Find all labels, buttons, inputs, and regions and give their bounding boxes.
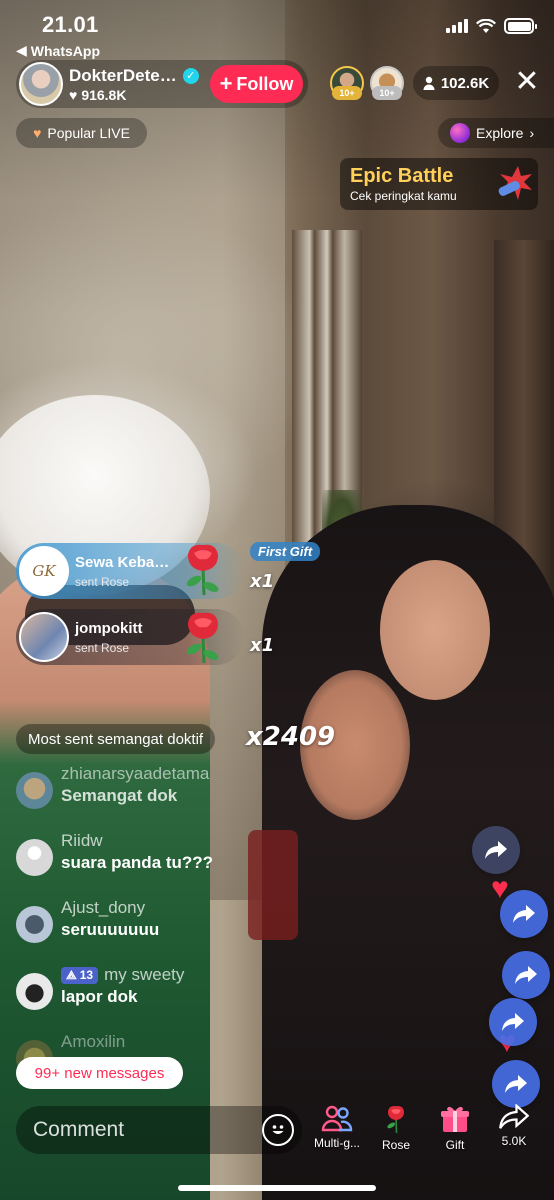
popular-live-label: Popular LIVE	[47, 125, 130, 141]
most-sent-banner: Most sent semangat doktif	[16, 724, 216, 754]
rose-button[interactable]: Rose	[367, 1104, 425, 1152]
comment-placeholder: Comment	[33, 1118, 125, 1141]
host-name: DokterDete…	[69, 65, 177, 85]
comment-text: lapor dok	[61, 987, 138, 1006]
viewer-count: 102.6K	[440, 74, 490, 92]
gift-action: sent Rose	[75, 574, 130, 589]
status-time: 21.01	[42, 12, 99, 37]
commenter-name: zhianarsyaadetama	[61, 764, 210, 783]
commenter-avatar[interactable]	[16, 839, 53, 876]
comment-input[interactable]: Comment	[16, 1106, 302, 1154]
chat-comment[interactable]: ⟁ 13 my sweety lapor dok	[16, 965, 184, 1010]
follow-button[interactable]: + Follow	[210, 65, 303, 103]
signal-icon	[446, 19, 468, 33]
comment-text: seruuuuuuu	[61, 920, 160, 939]
new-messages-button[interactable]: 99+ new messages	[16, 1057, 183, 1089]
gift-sender-name: jompokitt	[75, 619, 143, 637]
boxing-glove-icon	[498, 166, 532, 200]
share-arrow-icon	[499, 1104, 529, 1129]
share-count: 5.0K	[501, 1134, 527, 1148]
gift-sender-avatar[interactable]	[19, 612, 69, 662]
chat-comment[interactable]: Riidw suara panda tu???	[16, 831, 213, 876]
commenter-name: my sweety	[104, 965, 185, 984]
commenter-avatar[interactable]	[16, 973, 53, 1010]
host-avatar[interactable]	[19, 62, 63, 106]
top-viewer-badge-1: 10+	[332, 86, 362, 100]
explore-button[interactable]: Explore ›	[438, 118, 554, 148]
commenter-name: Ajust_dony	[61, 898, 146, 917]
chat-comment[interactable]: zhianarsyaadetama Semangat dok	[16, 764, 209, 809]
back-app-label: WhatsApp	[30, 42, 100, 59]
rose-gift-icon	[186, 544, 219, 596]
popular-live-pill[interactable]: ♥ Popular LIVE	[16, 118, 147, 148]
multi-guest-icon	[321, 1105, 353, 1132]
host-likes: 916.8K	[81, 86, 127, 103]
gift-count: x1	[250, 635, 275, 656]
commenter-avatar[interactable]	[16, 772, 53, 809]
back-to-app-link[interactable]: ◀ WhatsApp	[16, 42, 100, 59]
share-bubble-icon	[502, 951, 550, 999]
multi-guest-label: Multi-g...	[313, 1136, 360, 1150]
plus-icon: +	[219, 71, 233, 96]
top-viewer-badge-2: 10+	[372, 86, 402, 100]
explore-label: Explore	[476, 125, 524, 141]
chevron-right-icon: ›	[529, 125, 535, 141]
rose-gift-icon	[186, 612, 219, 664]
person-icon	[423, 76, 435, 90]
share-button[interactable]: 5.0K	[485, 1104, 543, 1148]
back-triangle-icon: ◀	[16, 42, 27, 58]
gift-sender-name: Sewa Keba…	[75, 553, 170, 571]
heart-icon: ♥	[69, 86, 78, 103]
level-icon: ⟁	[66, 967, 77, 982]
multi-guest-button[interactable]: Multi-g...	[308, 1104, 366, 1150]
share-bubble-icon	[492, 1060, 540, 1108]
verified-badge-icon: ✓	[182, 67, 199, 84]
rose-label: Rose	[381, 1138, 410, 1152]
gift-box-icon	[441, 1106, 469, 1132]
gift-label: Gift	[445, 1138, 465, 1152]
rose-icon	[387, 1105, 405, 1133]
comment-text: Semangat dok	[61, 786, 178, 805]
gift-count: x1	[250, 571, 275, 592]
wifi-icon	[476, 18, 496, 33]
status-icons	[446, 18, 537, 34]
share-bubble-icon	[489, 998, 537, 1046]
commenter-name: Amoxilin	[61, 1032, 126, 1051]
emoji-icon[interactable]	[262, 1114, 294, 1146]
comment-text: suara panda tu???	[61, 853, 214, 872]
commenter-name: Riidw	[61, 831, 103, 850]
gift-button[interactable]: Gift	[426, 1104, 484, 1152]
close-icon[interactable]: ✕	[512, 67, 542, 98]
chat-comment[interactable]: Ajust_dony seruuuuuuu	[16, 898, 159, 943]
epic-battle-banner[interactable]: Epic Battle Cek peringkat kamu	[340, 158, 538, 210]
gift-action: sent Rose	[75, 640, 130, 655]
gift-sender-avatar[interactable]: GK	[19, 546, 69, 596]
planet-icon	[450, 123, 470, 143]
home-indicator[interactable]	[178, 1185, 376, 1191]
viewer-count-pill[interactable]: 102.6K	[413, 66, 499, 100]
commenter-avatar[interactable]	[16, 906, 53, 943]
level-badge: ⟁ 13	[61, 966, 99, 984]
share-bubble-icon	[472, 826, 520, 874]
heart-orange-icon: ♥	[33, 125, 42, 141]
follow-label: Follow	[236, 73, 294, 94]
most-sent-count: x2409	[246, 722, 336, 752]
share-bubble-icon	[500, 890, 548, 938]
battery-icon	[504, 18, 537, 34]
first-gift-badge: First Gift	[250, 542, 321, 561]
